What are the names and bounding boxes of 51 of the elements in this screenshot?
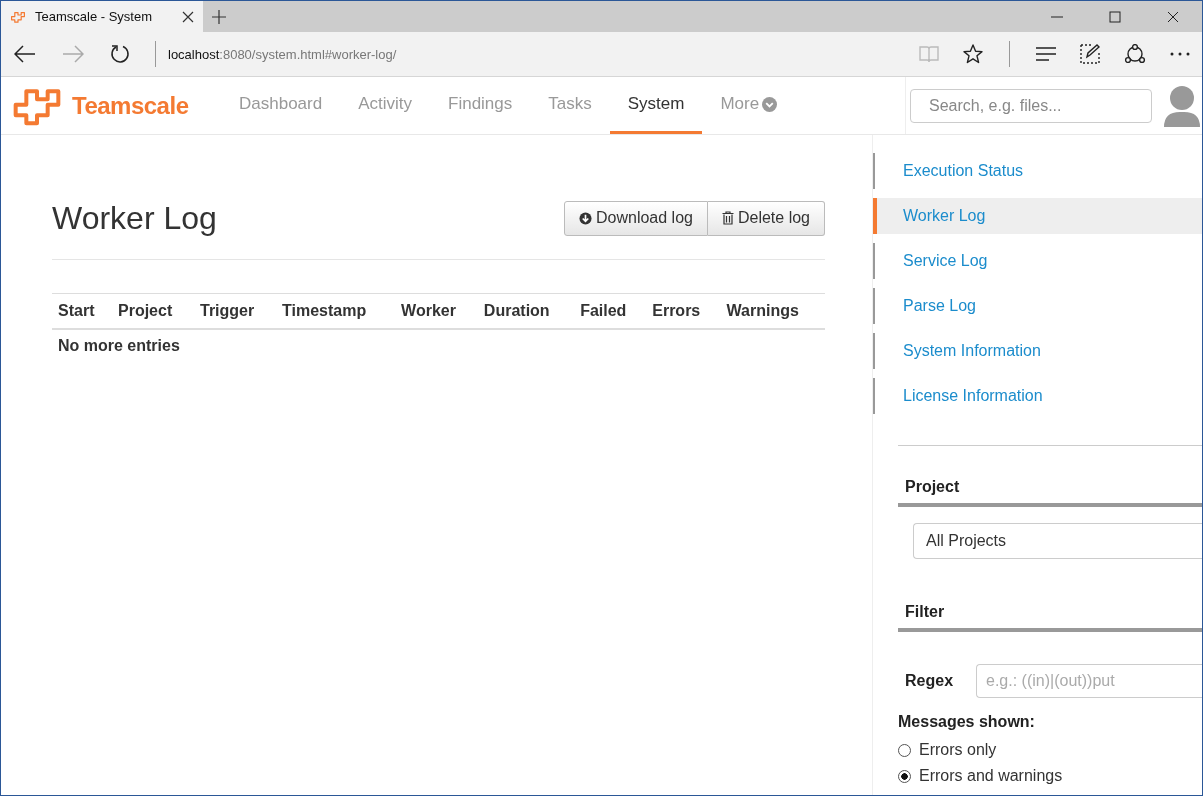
field-label: Messages shown: [898,713,1036,731]
radio-button[interactable] [898,769,911,783]
nav-tab[interactable]: System [609,77,703,134]
star-icon[interactable] [963,44,983,64]
download-icon [579,211,592,225]
browser-tab[interactable]: Teamscale - System [1,1,203,32]
search-field[interactable]: Search, e.g. files... [910,88,1152,123]
field-label: Regex [905,672,955,690]
section-heading: Project [898,478,1202,507]
column-header[interactable]: Failed [574,293,647,329]
trash-icon [721,211,734,225]
close-icon[interactable] [182,10,194,23]
maximize-icon[interactable] [1109,10,1121,23]
page-title: Worker Log [52,199,217,237]
download-button[interactable]: Download log [564,200,708,236]
column-header[interactable]: Worker [395,293,478,329]
share-icon[interactable] [1124,44,1146,64]
column-header[interactable]: Trigger [194,293,276,329]
column-header[interactable]: Errors [646,293,721,329]
new-tab-icon[interactable] [212,9,226,24]
forward-icon [62,45,84,63]
book-icon [919,45,939,63]
chevron-down-icon [762,96,778,112]
sidebar-item[interactable]: Parse Log [873,288,1202,324]
column-header[interactable]: Duration [477,293,575,329]
close-icon[interactable] [1167,10,1179,23]
project-dropdown[interactable]: All Projects [913,523,1202,559]
sidebar-item[interactable]: System Information [873,333,1202,369]
sidebar-item[interactable]: Service Log [873,243,1202,279]
more-icon[interactable] [1170,52,1190,56]
sidebar-item[interactable]: License Information [873,378,1202,414]
refresh-icon[interactable] [110,44,130,64]
column-header[interactable]: Project [112,293,194,329]
delete-button[interactable]: Delete log [707,200,825,236]
regex-field[interactable]: e.g.: ((in)|(out))put [976,664,1202,698]
avatar-icon[interactable] [1162,84,1202,127]
menu-icon[interactable] [1036,47,1056,61]
radio-label[interactable]: Errors only [919,741,997,759]
column-header[interactable]: Warnings [720,293,825,329]
column-header[interactable]: Timestamp [276,293,396,329]
column-header[interactable]: Start [52,293,112,329]
back-icon[interactable] [14,45,36,63]
logo-icon [10,10,26,23]
radio-label[interactable]: Errors and warnings [919,767,1063,785]
section-heading: Filter [898,603,1202,632]
pen-icon[interactable] [1080,44,1100,64]
empty-message: No more entries [52,329,825,362]
tab-title: Teamscale - System [35,9,154,24]
sidebar-item[interactable]: Execution Status [873,153,1202,189]
url-host: localhost [168,46,220,62]
url-path: :8080/system.html#worker-log/ [219,46,397,62]
